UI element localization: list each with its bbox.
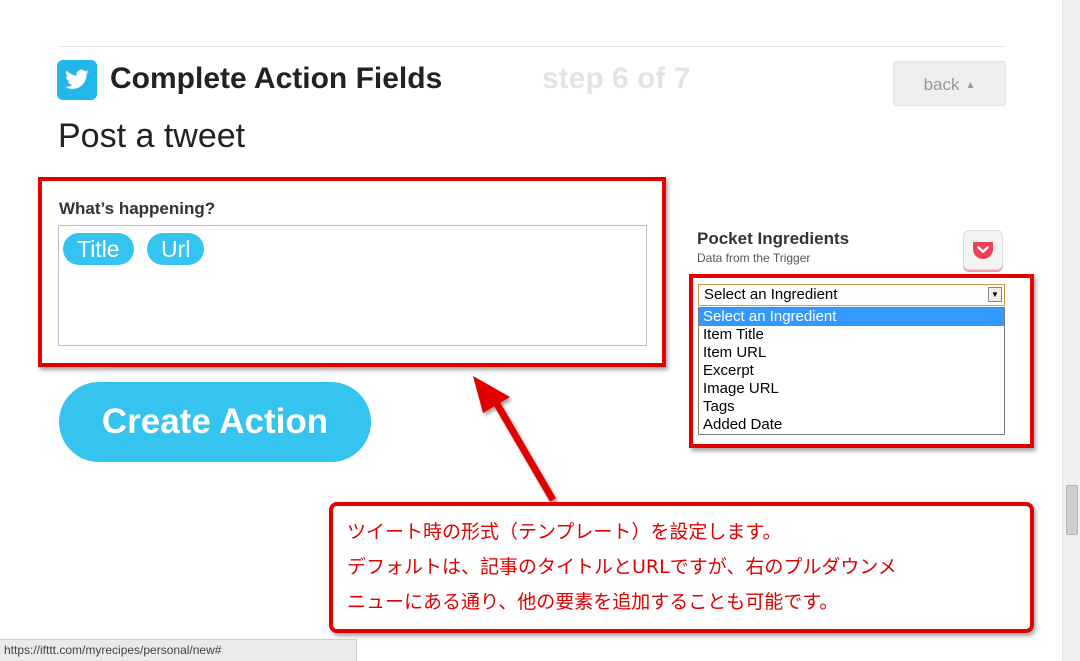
callout-line: ツイート時の形式（テンプレート）を設定します。 xyxy=(347,521,782,543)
status-bar-url: https://ifttt.com/myrecipes/personal/new… xyxy=(0,639,357,661)
annotation-callout: ツイート時の形式（テンプレート）を設定します。 デフォルトは、記事のタイトルとU… xyxy=(329,502,1034,633)
vertical-scrollbar[interactable] xyxy=(1062,0,1080,661)
callout-line: デフォルトは、記事のタイトルとURLですが、右のプルダウンメ xyxy=(347,556,897,578)
callout-line: ニューにある通り、他の要素を追加することも可能です。 xyxy=(347,591,839,613)
scrollbar-thumb[interactable] xyxy=(1066,485,1078,535)
